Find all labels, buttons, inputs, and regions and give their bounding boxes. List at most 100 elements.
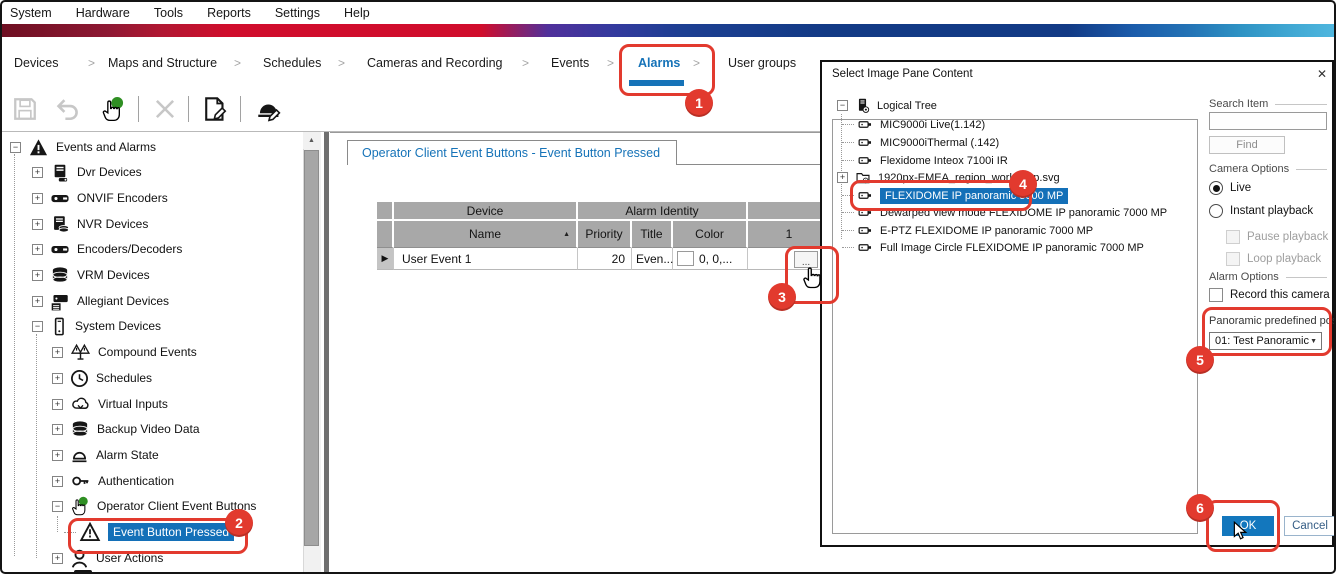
chevron-right-icon: > — [338, 56, 345, 70]
collapse-toggle-icon[interactable]: − — [10, 142, 21, 153]
sidebar-item-dvr-devices[interactable]: + Dvr Devices — [2, 161, 330, 183]
sidebar-item-alarm-state[interactable]: + Alarm State — [2, 444, 350, 466]
checkbox-icon[interactable] — [1226, 230, 1240, 244]
expand-toggle-icon[interactable]: + — [52, 553, 63, 564]
table-column-name[interactable]: Name ▲ — [394, 221, 578, 248]
sidebar-item-encoders-decoders[interactable]: + Encoders/Decoders — [2, 238, 330, 260]
row-selector[interactable]: ▶ — [377, 248, 394, 270]
search-input[interactable] — [1209, 112, 1327, 130]
close-icon[interactable]: ✕ — [1314, 66, 1330, 82]
collapse-toggle-icon[interactable]: − — [52, 501, 63, 512]
sidebar-item-schedules[interactable]: + Schedules — [2, 367, 350, 389]
edit-alarm-icon[interactable] — [254, 96, 284, 122]
scrollbar-thumb[interactable] — [304, 150, 319, 546]
collapse-toggle-icon[interactable]: − — [32, 321, 43, 332]
event-button-icon[interactable] — [100, 96, 126, 122]
menu-system[interactable]: System — [10, 6, 52, 20]
tree-label: Full Image Circle FLEXIDOME IP panoramic… — [880, 242, 1144, 254]
table-column-color[interactable]: Color — [673, 221, 748, 248]
find-button[interactable]: Find — [1209, 136, 1285, 154]
tab-maps-and-structure[interactable]: Maps and Structure — [108, 56, 217, 70]
sidebar-item-operator-client-event-buttons[interactable]: − Operator Client Event Buttons — [2, 495, 350, 517]
expand-toggle-icon[interactable]: + — [52, 476, 63, 487]
cell-priority[interactable]: 20 — [578, 248, 632, 270]
cell-title[interactable]: Even... — [632, 248, 673, 270]
expand-toggle-icon[interactable]: + — [32, 244, 43, 255]
checkbox-label: Pause playback — [1247, 231, 1328, 243]
record-this-camera-checkbox[interactable]: Record this camera — [1209, 288, 1330, 302]
sidebar-item-virtual-inputs[interactable]: + Virtual Inputs — [2, 393, 350, 415]
dialog-tree-camera-flexidome-inteox[interactable]: Flexidome Inteox 7100i IR — [842, 152, 1008, 169]
expand-toggle-icon[interactable]: + — [32, 296, 43, 307]
tree-label: Compound Events — [98, 345, 197, 359]
delete-icon[interactable] — [152, 96, 178, 122]
cell-color[interactable]: 0, 0,... — [673, 248, 748, 270]
panoramic-position-dropdown[interactable]: 01: Test Panoramic ▼ — [1209, 332, 1322, 350]
expand-toggle-icon[interactable]: + — [52, 424, 63, 435]
sidebar-item-allegiant-devices[interactable]: + Allegiant Devices — [2, 290, 330, 312]
tab-alarms[interactable]: Alarms — [638, 56, 680, 70]
menu-reports[interactable]: Reports — [207, 6, 251, 20]
loop-playback-checkbox[interactable]: Loop playback — [1226, 252, 1321, 266]
sidebar-item-authentication[interactable]: + Authentication — [2, 470, 350, 492]
scroll-up-icon[interactable]: ▲ — [303, 132, 320, 149]
table-column-priority[interactable]: Priority — [578, 221, 632, 248]
expand-toggle-icon[interactable]: + — [52, 347, 63, 358]
dialog-tree-camera-dewarped-7000[interactable]: Dewarped view mode FLEXIDOME IP panorami… — [842, 204, 1167, 221]
expand-toggle-icon[interactable]: + — [32, 167, 43, 178]
tab-schedules[interactable]: Schedules — [263, 56, 321, 70]
sidebar-item-backup-video-data[interactable]: + Backup Video Data — [2, 418, 350, 440]
menu-tools[interactable]: Tools — [154, 6, 183, 20]
sort-ascending-icon: ▲ — [563, 231, 570, 238]
radio-label: Instant playback — [1230, 205, 1313, 217]
table-column-title[interactable]: Title — [632, 221, 673, 248]
expand-toggle-icon[interactable]: + — [32, 219, 43, 230]
main-content-tab[interactable]: Operator Client Event Buttons - Event Bu… — [347, 140, 677, 165]
dialog-tree-camera-eptz-7000[interactable]: E-PTZ FLEXIDOME IP panoramic 7000 MP — [842, 222, 1093, 239]
radio-unselected-icon[interactable] — [1209, 204, 1223, 218]
sidebar-item-nvr-devices[interactable]: + NVR Devices — [2, 213, 330, 235]
toolbar-separator — [188, 96, 189, 122]
expand-toggle-icon[interactable]: + — [52, 373, 63, 384]
tab-events[interactable]: Events — [551, 56, 589, 70]
radio-selected-icon[interactable] — [1209, 181, 1223, 195]
undo-icon[interactable] — [54, 96, 80, 122]
dialog-tree-logical-tree[interactable]: − Logical Tree — [837, 97, 937, 114]
cell-name[interactable]: User Event 1 — [394, 248, 578, 270]
menu-settings[interactable]: Settings — [275, 6, 320, 20]
live-radio[interactable]: Live — [1209, 181, 1251, 195]
app-window: System Hardware Tools Reports Settings H… — [0, 0, 1336, 574]
menu-hardware[interactable]: Hardware — [76, 6, 130, 20]
expand-toggle-icon[interactable]: + — [52, 450, 63, 461]
dialog-tree-camera-mic9000i-live[interactable]: MIC9000i Live(1.142) — [842, 116, 985, 133]
menu-help[interactable]: Help — [344, 6, 370, 20]
sidebar-item-vrm-devices[interactable]: + VRM Devices — [2, 264, 330, 286]
cancel-button[interactable]: Cancel — [1284, 516, 1336, 536]
sidebar-item-compound-events[interactable]: + Compound Events — [2, 341, 350, 363]
edit-document-icon[interactable] — [202, 96, 228, 122]
tab-devices[interactable]: Devices — [14, 56, 58, 70]
checkbox-icon[interactable] — [1209, 288, 1223, 302]
sidebar-item-user-actions[interactable]: + User Actions — [2, 547, 350, 569]
collapse-toggle-icon[interactable]: − — [837, 100, 848, 111]
database-icon — [50, 266, 70, 285]
tab-cameras-and-recording[interactable]: Cameras and Recording — [367, 56, 503, 70]
expand-toggle-icon[interactable]: + — [52, 399, 63, 410]
tab-user-groups[interactable]: User groups — [728, 56, 796, 70]
sidebar-item-system-devices[interactable]: − System Devices — [2, 315, 330, 337]
dialog-tree-camera-mic9000i-thermal[interactable]: MIC9000iThermal (.142) — [842, 134, 999, 151]
dialog-tree-camera-full-image-circle-7000[interactable]: Full Image Circle FLEXIDOME IP panoramic… — [842, 239, 1144, 256]
expand-toggle-icon[interactable]: + — [32, 270, 43, 281]
checkbox-icon[interactable] — [1226, 252, 1240, 266]
tree-connector-line — [64, 532, 76, 533]
sidebar-item-events-and-alarms[interactable]: − Events and Alarms — [2, 136, 308, 158]
toolbar-separator — [240, 96, 241, 122]
expand-toggle-icon[interactable]: + — [837, 172, 848, 183]
save-icon[interactable] — [12, 96, 38, 122]
pause-playback-checkbox[interactable]: Pause playback — [1226, 230, 1328, 244]
panel-splitter[interactable] — [324, 132, 329, 574]
expand-toggle-icon[interactable]: + — [32, 193, 43, 204]
instant-playback-radio[interactable]: Instant playback — [1209, 204, 1313, 218]
sidebar-item-onvif-encoders[interactable]: + ONVIF Encoders — [2, 187, 330, 209]
toolbar-separator — [138, 96, 139, 122]
